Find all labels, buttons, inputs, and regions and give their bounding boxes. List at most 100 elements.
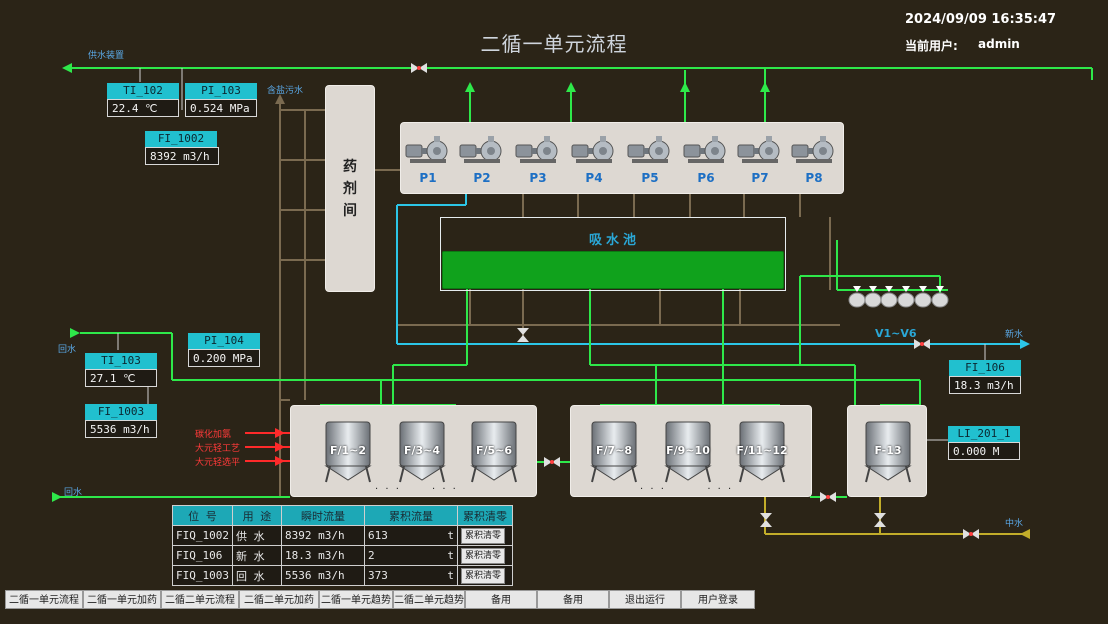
column-header: 累积清零	[456, 505, 513, 526]
pump-label: P2	[473, 171, 491, 185]
instrument-pi-104[interactable]: PI_104 0.200 MPa	[188, 333, 260, 367]
filter-tank-1[interactable]: F/1~2	[322, 420, 374, 490]
pump-label: P6	[697, 171, 715, 185]
instrument-fi-1003[interactable]: FI_1003 5536 m3/h	[85, 404, 157, 438]
row-tag: FIQ_1003	[172, 565, 233, 586]
table-row: FIQ_1002 供 水 8392 m3/h 613 t 累积清零	[172, 525, 513, 546]
pump-icon	[737, 136, 780, 163]
filter-label: F-13	[874, 444, 902, 457]
instrument-value: 5536 m3/h	[85, 420, 157, 438]
table-header-row: 位 号 用 途 瞬时流量 累积流量 累积清零	[172, 505, 513, 526]
nav-button[interactable]: 备用	[537, 590, 609, 609]
nav-button[interactable]: 二循二单元趋势	[393, 590, 465, 609]
instrument-ti-103[interactable]: TI_103 27.1 ℃	[85, 353, 157, 387]
clear-total-button[interactable]: 累积清零	[460, 547, 505, 564]
mid-water-label: 中水	[1005, 519, 1024, 529]
instrument-ti-102[interactable]: TI_102 22.4 ℃	[107, 83, 179, 117]
drug-room-panel[interactable]: 药剂间	[325, 85, 375, 292]
pump-6[interactable]: P6	[682, 135, 730, 185]
instrument-li-201-1[interactable]: LI_201_1 0.000 M	[948, 426, 1020, 460]
v-group-label: V1~V6	[875, 327, 917, 340]
supply-water-label: 供水装置	[88, 51, 125, 61]
filter-tank-3[interactable]: F/5~6	[468, 420, 520, 490]
salt-water-label: 含盐污水	[267, 86, 304, 96]
supply-valve-icon[interactable]	[411, 63, 427, 73]
current-user-label: 当前用户:	[905, 39, 958, 53]
instrument-tag: PI_104	[188, 333, 260, 349]
nav-button[interactable]: 二循一单元趋势	[319, 590, 393, 609]
process-note: 大元轻选平	[195, 458, 241, 468]
v-valve-group[interactable]	[845, 280, 955, 310]
suction-pool[interactable]: 吸水池	[440, 217, 786, 291]
return-valve-icon[interactable]	[820, 492, 836, 502]
suction-pool-water	[442, 251, 784, 289]
row-total-value: 2	[367, 549, 375, 562]
new-water-valve-icon[interactable]	[914, 339, 930, 349]
bottom-nav: 二循一单元流程 二循一单元加药 二循二单元流程 二循二单元加药 二循一单元趋势 …	[5, 590, 755, 609]
table-row: FIQ_106 新 水 18.3 m3/h 2t 累积清零	[172, 545, 513, 566]
instrument-fi-106[interactable]: FI_106 18.3 m3/h	[949, 360, 1021, 394]
pump-label: P5	[641, 171, 659, 185]
pump-4[interactable]: P4	[570, 135, 618, 185]
filter-outlet-valve-b-icon[interactable]	[874, 513, 886, 527]
filter-outlet-valve-a-icon[interactable]	[760, 513, 772, 527]
instrument-tag: FI_1003	[85, 404, 157, 420]
return-water-bottom-label: 回水	[64, 488, 83, 498]
pump-label: P8	[805, 171, 823, 185]
nav-button[interactable]: 二循二单元流程	[161, 590, 239, 609]
return-water-top-label: 回水	[58, 345, 77, 355]
filter-tank-4[interactable]: F/7~8	[588, 420, 640, 490]
nav-button[interactable]: 二循一单元流程	[5, 590, 83, 609]
filter-tank-2[interactable]: F/3~4	[396, 420, 448, 490]
filter-tank-7[interactable]: F-13	[860, 420, 916, 490]
nav-button[interactable]: 备用	[465, 590, 537, 609]
filter-tank-6[interactable]: F/11~12	[736, 420, 788, 490]
pump-3[interactable]: P3	[514, 135, 562, 185]
row-total-unit: t	[447, 529, 454, 542]
instrument-value: 0.000 M	[948, 442, 1020, 460]
process-note: 碳化加氯	[195, 430, 232, 440]
pump-7[interactable]: P7	[736, 135, 784, 185]
pump-label: P3	[529, 171, 547, 185]
instrument-tag: TI_102	[107, 83, 179, 99]
filter-link-valve-icon[interactable]	[544, 457, 560, 467]
pool-drain-valve-icon[interactable]	[517, 328, 529, 342]
pump-2[interactable]: P2	[458, 135, 506, 185]
nav-button[interactable]: 二循一单元加药	[83, 590, 161, 609]
filter-label: F/1~2	[329, 444, 367, 457]
pump-label: P1	[419, 171, 437, 185]
instrument-tag: FI_1002	[145, 131, 217, 147]
instrument-value: 0.524 MPa	[185, 99, 257, 117]
new-water-label: 新水	[1005, 330, 1024, 340]
nav-button[interactable]: 二循二单元加药	[239, 590, 319, 609]
pump-icon	[683, 136, 726, 163]
instrument-value: 18.3 m3/h	[949, 376, 1021, 394]
pump-icon	[459, 136, 502, 163]
nav-button[interactable]: 用户登录	[681, 590, 755, 609]
instrument-tag: TI_103	[85, 353, 157, 369]
instrument-fi-1002[interactable]: FI_1002 8392 m3/h	[145, 131, 219, 165]
pump-5[interactable]: P5	[626, 135, 674, 185]
instrument-tag: FI_106	[949, 360, 1021, 376]
clear-total-button[interactable]: 累积清零	[460, 567, 505, 584]
row-clear-cell: 累积清零	[456, 545, 513, 566]
row-total: 373 t	[363, 565, 458, 586]
instrument-tag: LI_201_1	[948, 426, 1020, 442]
instrument-pi-103[interactable]: PI_103 0.524 MPa	[185, 83, 257, 117]
filter-dots: · · · · · ·	[640, 484, 734, 495]
clear-total-button[interactable]: 累积清零	[460, 527, 505, 544]
filter-tank-5[interactable]: F/9~10	[662, 420, 714, 490]
mid-water-valve-icon[interactable]	[963, 529, 979, 539]
pump-1[interactable]: P1	[404, 135, 452, 185]
pump-8[interactable]: P8	[790, 135, 838, 185]
filter-label: F/11~12	[736, 444, 788, 457]
flow-totals-table: 位 号 用 途 瞬时流量 累积流量 累积清零 FIQ_1002 供 水 8392…	[172, 505, 513, 586]
filter-label: F/5~6	[475, 444, 513, 457]
nav-button[interactable]: 退出运行	[609, 590, 681, 609]
current-user-name: admin	[978, 37, 1020, 51]
row-instant: 8392 m3/h	[280, 525, 365, 546]
pump-icon	[405, 136, 448, 163]
drug-room-label: 药剂间	[343, 158, 357, 219]
table-row: FIQ_1003 回 水 5536 m3/h 373 t 累积清零	[172, 565, 513, 586]
process-note: 大元轻工艺	[195, 444, 241, 454]
